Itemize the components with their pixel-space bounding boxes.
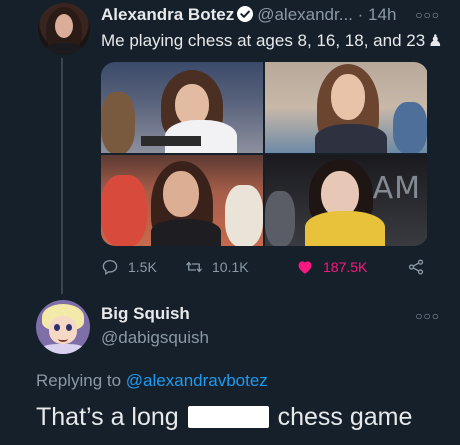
photo-age-16[interactable] (265, 62, 427, 153)
replying-to-mention[interactable]: @alexandravbotez (126, 371, 268, 390)
photo-age-18[interactable] (101, 155, 263, 246)
reply-button[interactable]: 1.5K (101, 258, 157, 276)
photo-age-23[interactable]: AM (265, 155, 427, 246)
photo-overlay-text: AM (372, 171, 421, 206)
reply-count: 1.5K (128, 259, 157, 275)
share-button[interactable] (407, 258, 434, 276)
reply-icon (102, 259, 118, 276)
tweet-actions: 1.5K 10.1K 187.5K (101, 258, 431, 280)
more-icon[interactable]: ○○○ (415, 309, 440, 323)
heart-icon (298, 261, 312, 274)
reply-author-name[interactable]: Big Squish (101, 304, 190, 324)
retweet-button[interactable]: 10.1K (185, 258, 249, 276)
separator-dot: · (357, 5, 364, 24)
replying-to-line: Replying to @alexandravbotez (36, 371, 268, 391)
author-handle[interactable]: @alexandr... (257, 5, 353, 24)
photo-grid[interactable]: AM (101, 62, 428, 246)
verified-badge-icon (237, 6, 254, 22)
retweet-count: 10.1K (212, 259, 249, 275)
reply-text: That’s a long chess game (36, 403, 412, 432)
like-count: 187.5K (323, 259, 368, 275)
author-name[interactable]: Alexandra Botez (101, 5, 234, 24)
reply-text-after: chess game (277, 403, 413, 431)
reply-text-before: That’s a long (36, 403, 179, 431)
censor-bar (187, 406, 269, 428)
reply-avatar[interactable] (36, 300, 90, 354)
avatar[interactable] (38, 3, 90, 55)
reply-author-handle[interactable]: @dabigsquish (101, 328, 209, 348)
like-button[interactable]: 187.5K (296, 258, 367, 276)
tweet-header: Alexandra Botez @alexandr... · 14h (101, 5, 396, 25)
tweet-text-content: Me playing chess at ages 8, 16, 18, and … (101, 31, 426, 50)
photo-age-8[interactable] (101, 62, 263, 153)
chess-pawn-emoji: ♟ (428, 33, 443, 50)
retweet-icon (186, 261, 202, 273)
tweet-time[interactable]: 14h (368, 5, 396, 24)
replying-to-label: Replying to (36, 371, 122, 390)
thread-connector-line (61, 58, 63, 294)
more-icon[interactable]: ○○○ (415, 8, 440, 22)
tweet-text: Me playing chess at ages 8, 16, 18, and … (101, 31, 443, 51)
share-icon (408, 259, 424, 275)
